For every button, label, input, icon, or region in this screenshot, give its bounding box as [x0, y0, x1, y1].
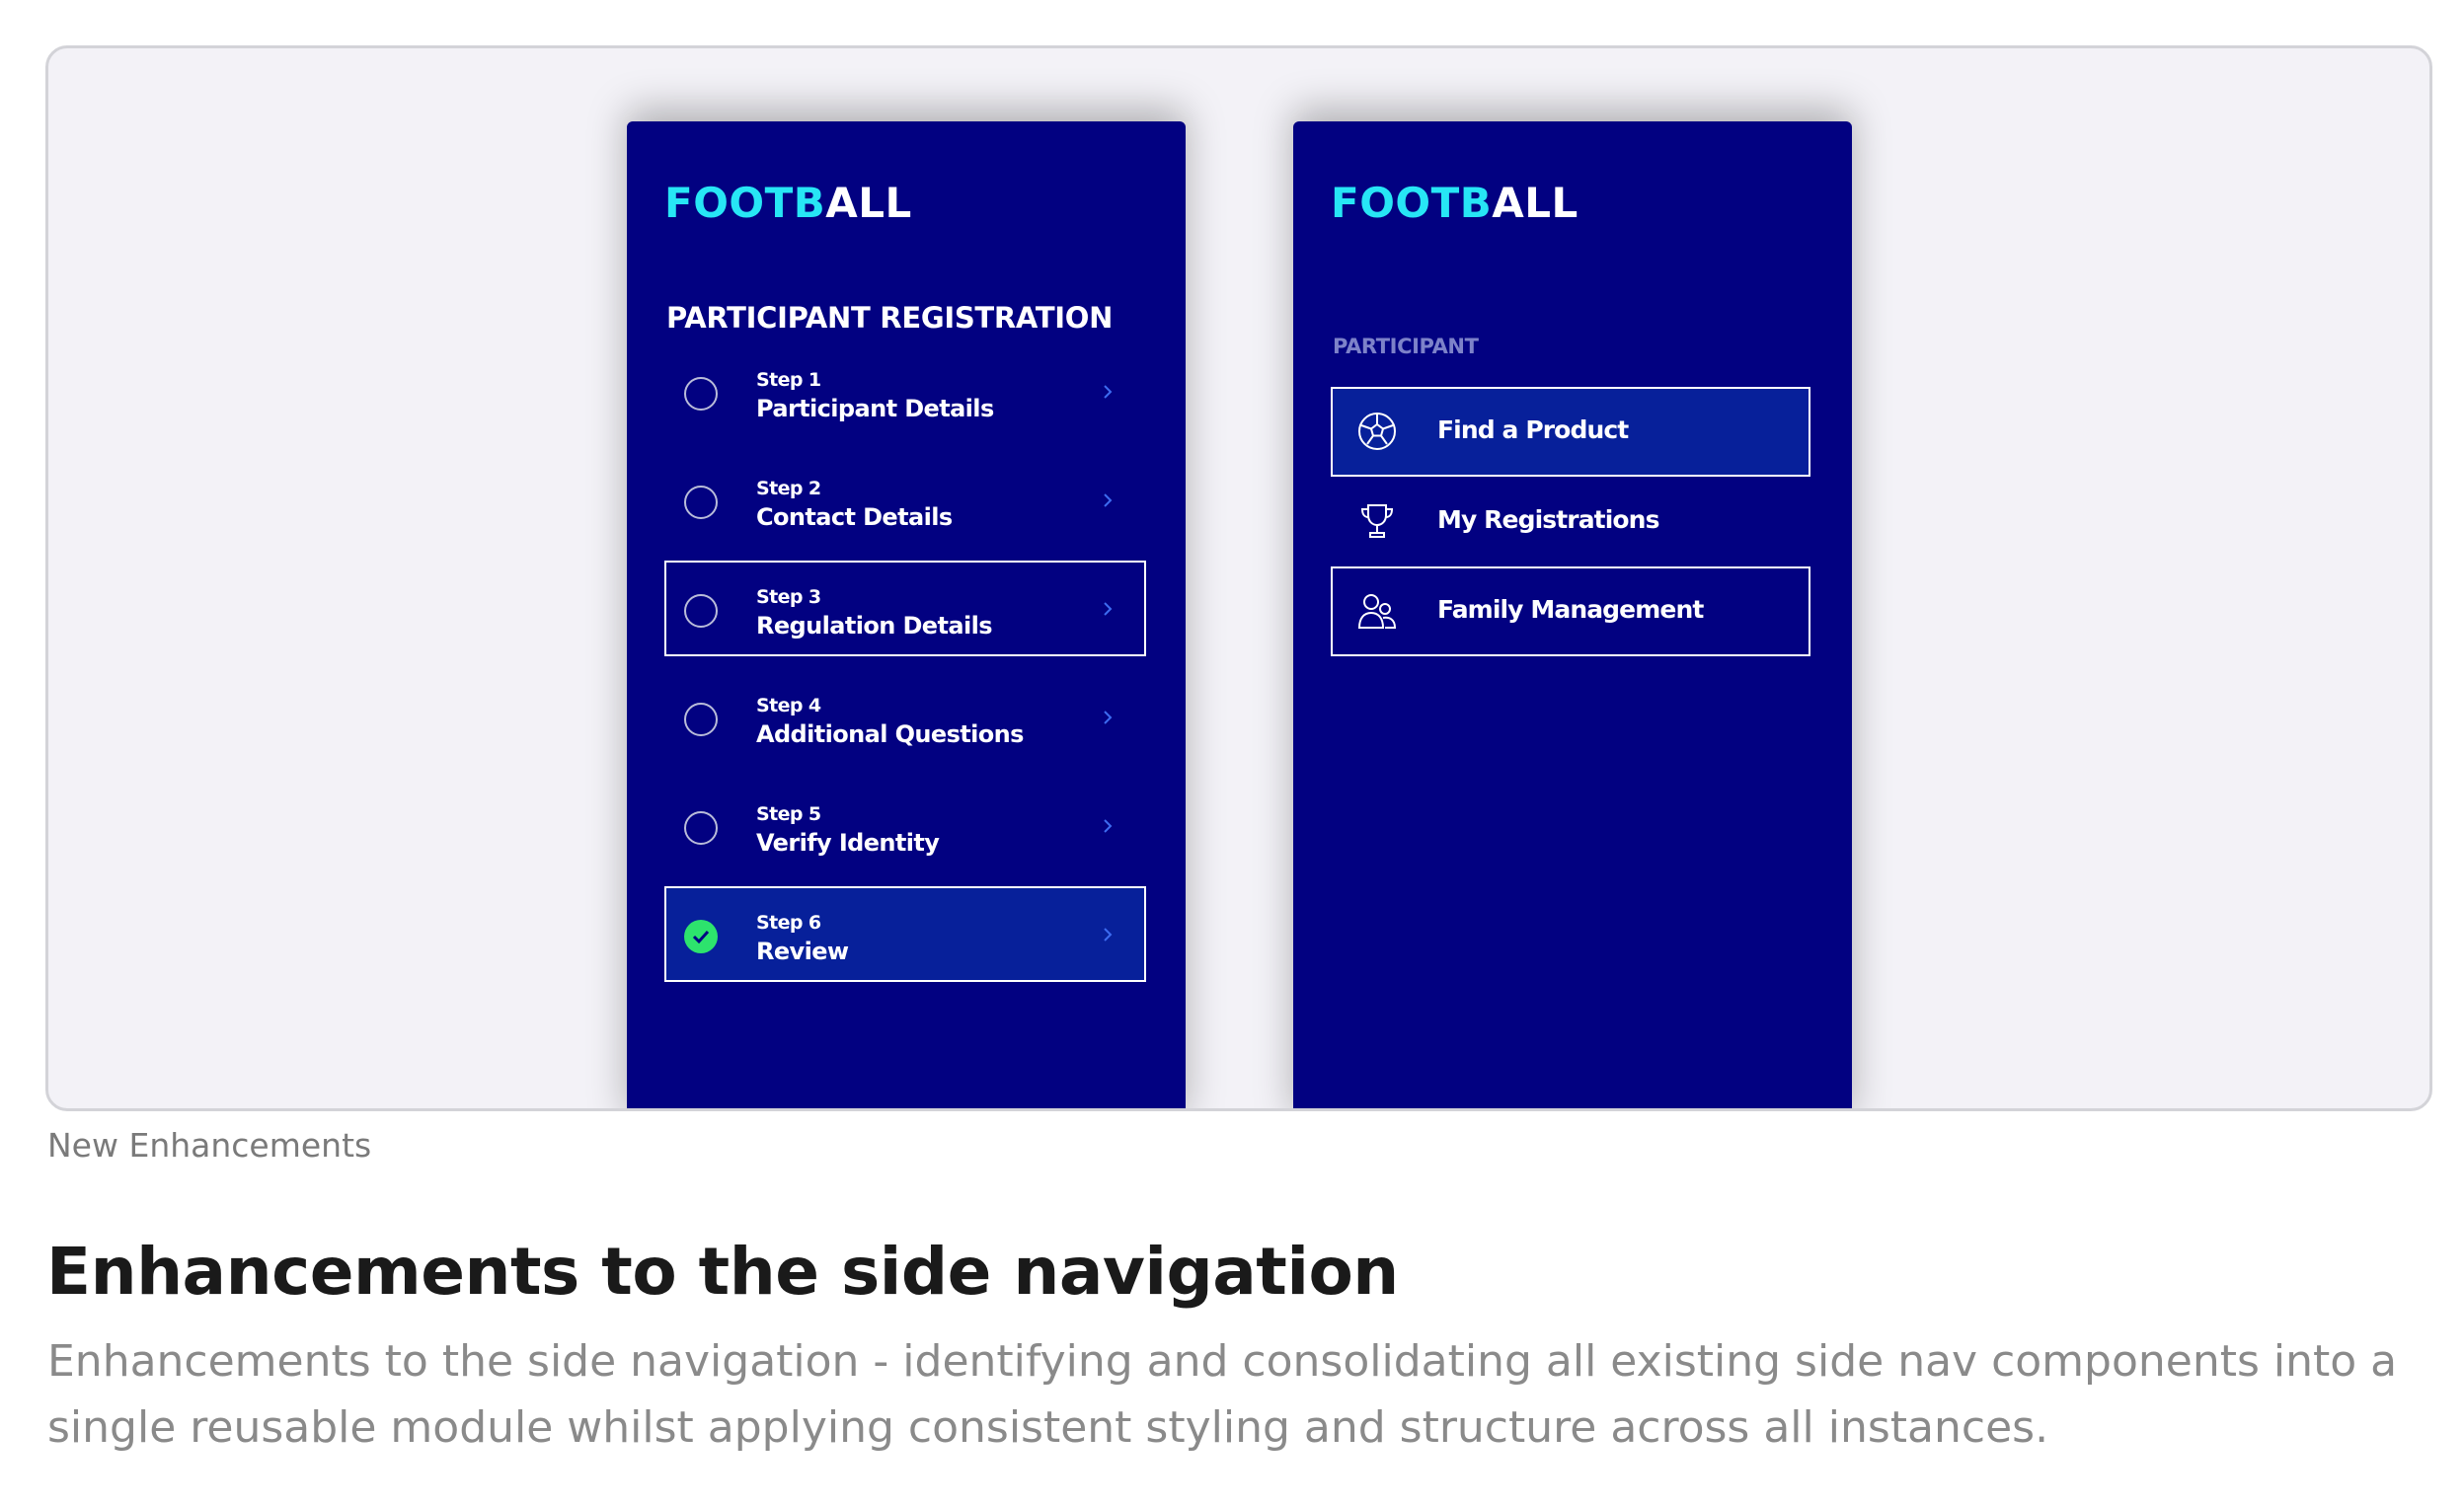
step-label: Participant Details	[756, 395, 994, 422]
radio-icon	[684, 377, 718, 411]
football-icon	[1358, 413, 1396, 450]
showcase-frame: FOOTBALL PARTICIPANT REGISTRATION Step 1…	[45, 45, 2432, 1111]
step-item-3[interactable]: Step 3 Regulation Details	[664, 561, 1146, 656]
football-logo: FOOTBALL	[1331, 183, 1578, 224]
menu-item-label: My Registrations	[1437, 505, 1659, 534]
logo-text-white: ALL	[1492, 179, 1578, 227]
step-item-1[interactable]: Step 1 Participant Details	[664, 343, 1146, 439]
section-description: Enhancements to the side navigation - id…	[47, 1336, 2398, 1453]
step-number: Step 2	[756, 478, 821, 499]
menu-item-label: Family Management	[1437, 595, 1704, 624]
chevron-right-icon	[1104, 602, 1113, 616]
step-item-6[interactable]: Step 6 Review	[664, 886, 1146, 982]
menu-item-my-registrations[interactable]: My Registrations	[1331, 477, 1810, 566]
step-number: Step 5	[756, 803, 821, 825]
logo-text-white: ALL	[825, 179, 912, 227]
step-number: Step 4	[756, 695, 821, 716]
users-icon	[1357, 594, 1397, 629]
chevron-right-icon	[1104, 711, 1113, 724]
step-item-2[interactable]: Step 2 Contact Details	[664, 452, 1146, 548]
menu-item-find-a-product[interactable]: Find a Product	[1331, 387, 1810, 477]
step-item-5[interactable]: Step 5 Verify Identity	[664, 778, 1146, 873]
trophy-icon	[1360, 504, 1394, 538]
radio-icon	[684, 703, 718, 736]
image-caption: New Enhancements	[47, 1126, 372, 1165]
registration-side-nav: FOOTBALL PARTICIPANT REGISTRATION Step 1…	[627, 121, 1186, 1108]
step-number: Step 6	[756, 912, 821, 934]
menu-item-label: Find a Product	[1437, 415, 1629, 444]
section-heading: Enhancements to the side navigation	[46, 1234, 1399, 1310]
step-label: Verify Identity	[756, 829, 940, 857]
chevron-right-icon	[1104, 928, 1113, 942]
step-label: Review	[756, 938, 849, 965]
menu-item-family-management[interactable]: Family Management	[1331, 566, 1810, 656]
chevron-right-icon	[1104, 385, 1113, 399]
step-number: Step 3	[756, 586, 821, 608]
logo-text-accent: FOOTB	[1331, 179, 1493, 227]
step-label: Additional Questions	[756, 720, 1024, 748]
section-label: PARTICIPANT	[1333, 335, 1479, 358]
football-logo: FOOTBALL	[664, 183, 912, 224]
step-label: Contact Details	[756, 503, 953, 531]
chevron-right-icon	[1104, 493, 1113, 507]
radio-icon	[684, 811, 718, 845]
check-circle-icon	[684, 920, 718, 953]
participant-side-nav: FOOTBALL PARTICIPANT Find a Product My R…	[1293, 121, 1852, 1108]
panel-title: PARTICIPANT REGISTRATION	[666, 301, 1114, 335]
radio-icon	[684, 486, 718, 519]
radio-icon	[684, 594, 718, 628]
step-label: Regulation Details	[756, 612, 992, 640]
step-item-4[interactable]: Step 4 Additional Questions	[664, 669, 1146, 765]
chevron-right-icon	[1104, 819, 1113, 833]
step-number: Step 1	[756, 369, 821, 391]
logo-text-accent: FOOTB	[664, 179, 826, 227]
